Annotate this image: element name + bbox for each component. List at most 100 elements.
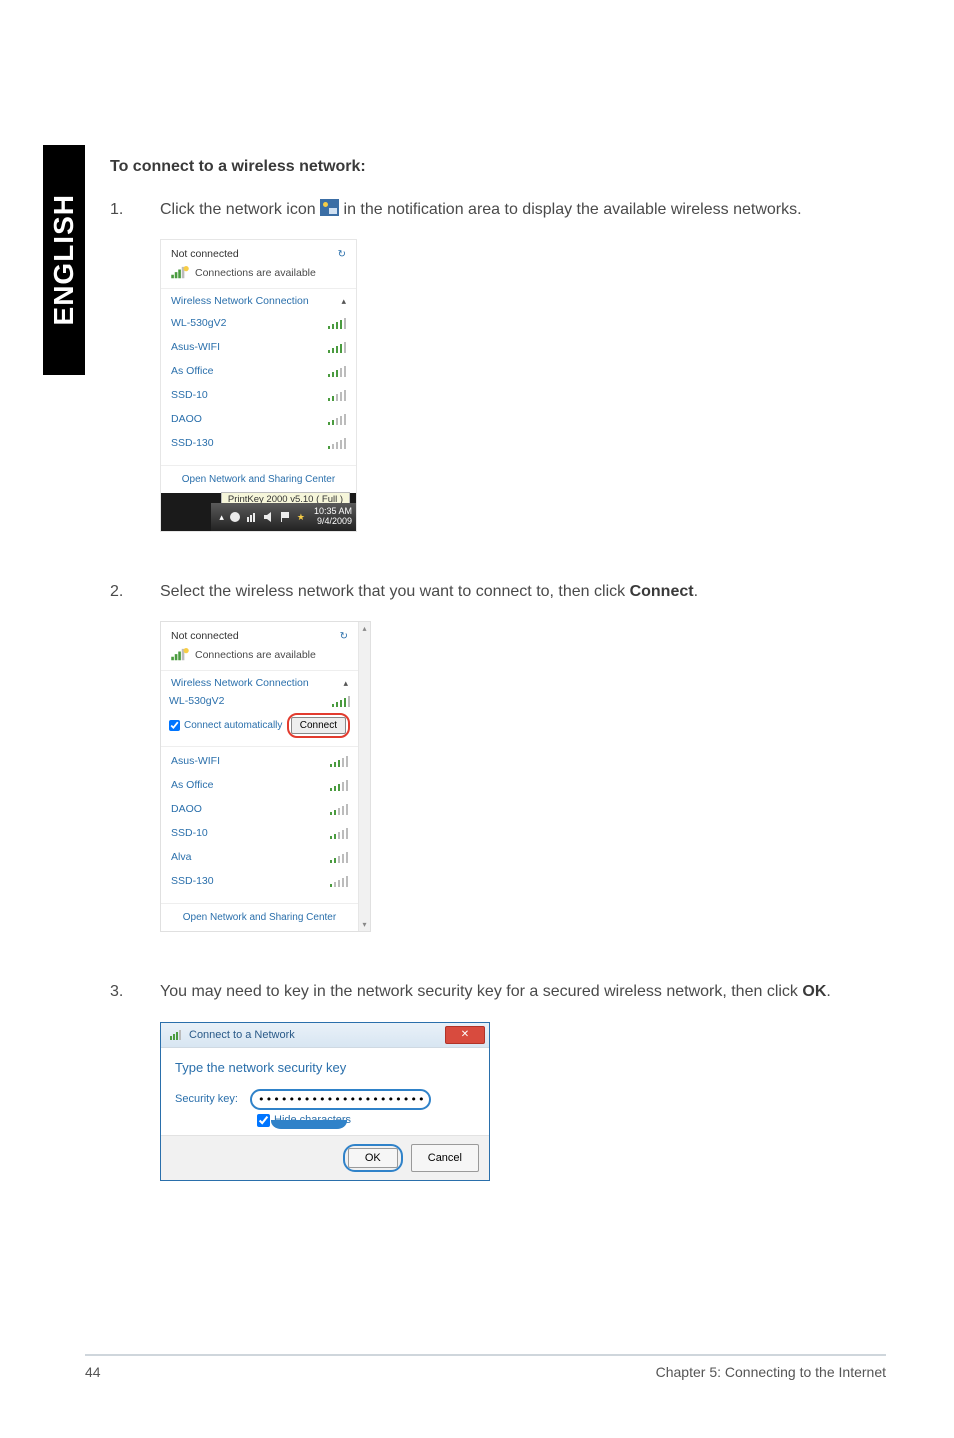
open-sharing-center-link[interactable]: Open Network and Sharing Center: [161, 465, 356, 493]
network-name: DAOO: [171, 803, 202, 815]
not-connected-label: Not connected: [171, 248, 239, 260]
selected-network[interactable]: WL-530gV2 Connect automatically Connect: [161, 691, 358, 747]
refresh-icon[interactable]: ↻: [340, 631, 348, 642]
page-number: 44: [85, 1364, 101, 1380]
network-name: Asus-WIFI: [171, 341, 220, 353]
tray-clock[interactable]: 10:35 AM 9/4/2009: [310, 507, 352, 527]
network-name: SSD-130: [171, 875, 214, 887]
network-row[interactable]: Asus-WIFI: [161, 749, 358, 773]
tray-volume-icon[interactable]: [263, 511, 275, 523]
open-sharing-center-link[interactable]: Open Network and Sharing Center: [161, 903, 358, 931]
connect-button[interactable]: Connect: [291, 717, 346, 734]
network-name: SSD-130: [171, 437, 214, 449]
network-row[interactable]: SSD-10: [161, 821, 358, 845]
network-name: WL-530gV2: [171, 317, 226, 329]
taskbar: PrintKey 2000 v5.10 ( Full ) ▴ ★ 10:35 A…: [161, 493, 356, 531]
step-bold: Connect: [630, 583, 694, 600]
step-text: Select the wireless network that you wan…: [160, 583, 630, 600]
network-tray-icon: [320, 199, 339, 216]
scrollbar[interactable]: [358, 622, 370, 931]
wireless-section-header[interactable]: Wireless Network Connection ▴: [161, 289, 356, 309]
connect-automatically-checkbox[interactable]: Connect automatically: [169, 720, 282, 731]
tray-date: 9/4/2009: [314, 517, 352, 527]
network-row[interactable]: DAOO: [161, 407, 356, 431]
tray-flag-icon[interactable]: [280, 511, 292, 523]
checkbox-input[interactable]: [257, 1114, 270, 1127]
connections-available: Connections are available: [161, 262, 356, 289]
language-tab: ENGLISH: [43, 145, 85, 375]
cancel-button[interactable]: Cancel: [411, 1144, 479, 1172]
security-key-input[interactable]: [258, 1093, 423, 1106]
signal-strength-icon: [330, 827, 349, 839]
close-button[interactable]: ✕: [445, 1026, 485, 1044]
network-row[interactable]: As Office: [161, 773, 358, 797]
network-name: Asus-WIFI: [171, 755, 220, 767]
hide-characters-checkbox[interactable]: Hide characters: [257, 1114, 475, 1127]
tray-action-center-icon[interactable]: [229, 511, 241, 523]
network-row[interactable]: As Office: [161, 359, 356, 383]
network-row[interactable]: SSD-130: [161, 869, 358, 893]
tray-chevron-icon[interactable]: ▴: [219, 512, 224, 523]
network-flyout: Not connected ↻ Connections are availabl…: [160, 621, 371, 932]
checkbox-label: Connect automatically: [184, 720, 282, 731]
step-1: 1. Click the network icon in the notific…: [110, 198, 900, 221]
connections-available-label: Connections are available: [195, 267, 316, 279]
chevron-up-icon: ▴: [343, 678, 348, 689]
wireless-section-header[interactable]: Wireless Network Connection ▴: [161, 671, 358, 691]
chapter-label: Chapter 5: Connecting to the Internet: [656, 1364, 886, 1380]
dialog-body: Type the network security key Security k…: [161, 1048, 489, 1135]
chevron-up-icon: ▴: [341, 296, 346, 307]
flyout-header: Not connected ↻: [161, 240, 356, 262]
step-number: 3.: [110, 980, 160, 1003]
refresh-icon[interactable]: ↻: [338, 249, 346, 260]
network-row[interactable]: WL-530gV2: [161, 311, 356, 335]
signal-strength-icon: [328, 365, 347, 377]
network-row[interactable]: Alva: [161, 845, 358, 869]
step-text-tail: .: [826, 983, 830, 1000]
highlight-ring: OK: [343, 1144, 403, 1172]
network-name: As Office: [171, 365, 213, 377]
network-list: Asus-WIFI As Office DAOO SSD-10 Alva SSD-130: [161, 747, 358, 903]
highlight-arc: [271, 1120, 347, 1129]
system-tray[interactable]: ▴ ★ 10:35 AM 9/4/2009: [211, 503, 356, 531]
network-name: Alva: [171, 851, 191, 863]
section-heading: To connect to a wireless network:: [110, 158, 900, 176]
highlight-ring: [250, 1089, 431, 1110]
dialog-icon: [169, 1029, 183, 1041]
signal-strength-icon: [330, 755, 349, 767]
network-name: WL-530gV2: [169, 695, 224, 707]
step-text-pre: Click the network icon: [160, 201, 320, 218]
dialog-titlebar[interactable]: Connect to a Network ✕: [161, 1023, 489, 1048]
signal-strength-icon: [332, 695, 351, 707]
step-text: You may need to key in the network secur…: [160, 983, 802, 1000]
tray-star-icon[interactable]: ★: [297, 512, 305, 523]
step-number: 2.: [110, 580, 160, 603]
network-row[interactable]: SSD-130: [161, 431, 356, 455]
network-flyout: Not connected ↻ Connections are availabl…: [160, 239, 357, 532]
page-footer: 44 Chapter 5: Connecting to the Internet: [85, 1354, 886, 1380]
signal-strength-icon: [328, 437, 347, 449]
signal-strength-icon: [328, 317, 347, 329]
tray-network-icon[interactable]: [246, 511, 258, 523]
step-text-post: in the notification area to display the …: [344, 201, 802, 218]
signal-icon: [171, 648, 189, 662]
checkbox-input[interactable]: [169, 720, 180, 731]
connections-available: Connections are available: [161, 644, 358, 671]
signal-icon: [171, 266, 189, 280]
dialog-title: Connect to a Network: [189, 1029, 295, 1041]
signal-strength-icon: [330, 779, 349, 791]
dialog-heading: Type the network security key: [175, 1060, 475, 1075]
flyout-header: Not connected ↻: [161, 622, 358, 644]
language-tab-label: ENGLISH: [48, 194, 80, 325]
network-list: WL-530gV2 Asus-WIFI As Office SSD-10DAOO SSD…: [161, 309, 356, 465]
signal-strength-icon: [330, 851, 349, 863]
security-key-dialog: Connect to a Network ✕ Type the network …: [160, 1022, 490, 1181]
ok-button[interactable]: OK: [348, 1148, 398, 1168]
network-row[interactable]: SSD-10: [161, 383, 356, 407]
step-body: You may need to key in the network secur…: [160, 980, 900, 1003]
step-bold: OK: [802, 983, 826, 1000]
security-key-label: Security key:: [175, 1093, 238, 1105]
screenshot-1: Not connected ↻ Connections are availabl…: [160, 239, 900, 532]
network-row[interactable]: Asus-WIFI: [161, 335, 356, 359]
network-row[interactable]: DAOO: [161, 797, 358, 821]
